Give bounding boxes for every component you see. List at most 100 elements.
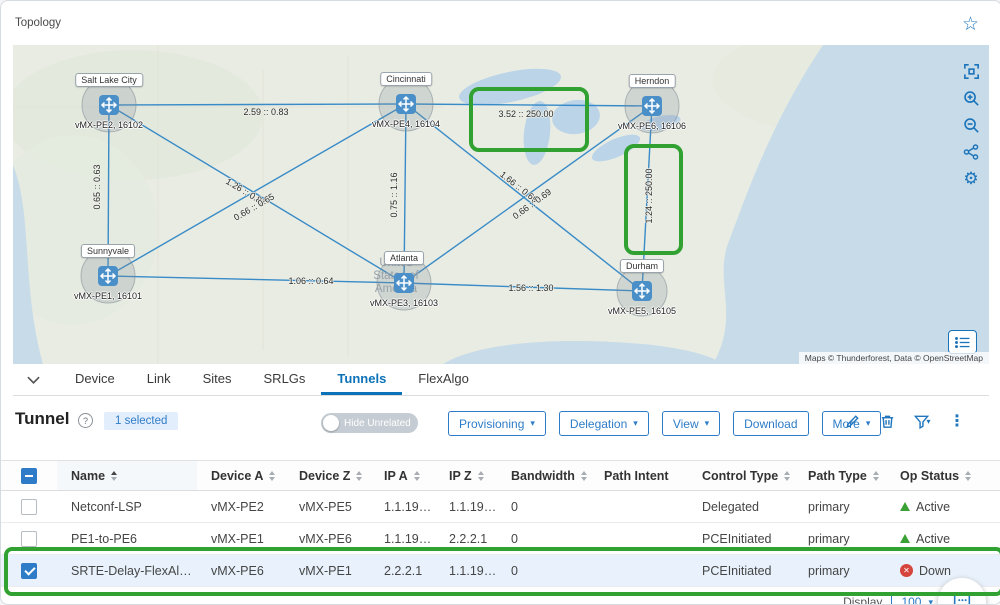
cell-ip-z: 2.2.2.1	[435, 532, 497, 546]
topology-map[interactable]: United States of America	[13, 45, 989, 364]
column-header-bandwidth[interactable]: Bandwidth	[497, 469, 590, 483]
cell-device-a: vMX-PE6	[197, 564, 285, 578]
delete-trash-icon[interactable]	[877, 411, 897, 431]
status-icon	[900, 502, 910, 511]
legend-toggle-button[interactable]	[948, 330, 977, 354]
cell-device-a: vMX-PE1	[197, 532, 285, 546]
link-label[interactable]: 1.56 :: 1.30	[508, 283, 553, 293]
cell-device-z: vMX-PE6	[285, 532, 370, 546]
router-icon	[97, 265, 119, 287]
node-label: vMX-PE5, 16105	[608, 306, 676, 316]
fit-screen-icon[interactable]	[961, 61, 981, 81]
topology-links	[13, 45, 989, 364]
node-label: vMX-PE1, 16101	[74, 291, 142, 301]
caret-down-icon: ▾	[928, 597, 933, 605]
cell-name: Netconf-LSP	[57, 500, 197, 514]
column-header-path-type[interactable]: Path Type	[794, 469, 886, 483]
zoom-out-icon[interactable]	[961, 115, 981, 135]
cell-bandwidth: 0	[497, 564, 590, 578]
row-checkbox[interactable]	[21, 531, 37, 547]
list-icon	[954, 336, 972, 349]
status-text: Down	[919, 564, 951, 578]
cell-bandwidth: 0	[497, 500, 590, 514]
link-label[interactable]: 3.52 :: 250.00	[498, 109, 553, 119]
topology-page: Topology ☆ United States of America	[0, 0, 1000, 605]
favorite-star-icon[interactable]: ☆	[962, 13, 979, 36]
router-icon	[395, 93, 417, 115]
caret-down-icon: ▾	[530, 418, 535, 429]
help-icon[interactable]: ?	[78, 413, 93, 428]
tab-flexalgo[interactable]: FlexAlgo	[402, 364, 485, 395]
column-header-op-status[interactable]: Op Status	[886, 469, 1000, 483]
caret-down-icon: ▾	[633, 418, 638, 429]
tab-link[interactable]: Link	[131, 364, 187, 395]
link-label[interactable]: 0.75 :: 1.16	[389, 172, 399, 217]
provisioning-button[interactable]: Provisioning▾	[448, 411, 546, 436]
tab-sites[interactable]: Sites	[187, 364, 248, 395]
delegation-button[interactable]: Delegation▾	[559, 411, 649, 436]
city-label: Durham	[620, 259, 664, 273]
column-header-ip-a[interactable]: IP A	[370, 469, 435, 483]
table-row[interactable]: Netconf-LSP vMX-PE2 vMX-PE5 1.1.192.2 1.…	[1, 491, 1000, 523]
cell-ip-a: 1.1.192.0	[370, 532, 435, 546]
tab-device[interactable]: Device	[59, 364, 131, 395]
page-size-select[interactable]: 100▾	[891, 592, 943, 605]
sort-icon	[111, 471, 117, 481]
column-header-name[interactable]: Name	[57, 461, 197, 490]
city-label: Sunnyvale	[81, 244, 135, 258]
sort-icon	[414, 471, 420, 481]
node-label: vMX-PE6, 16106	[618, 121, 686, 131]
cell-bandwidth: 0	[497, 532, 590, 546]
row-checkbox[interactable]	[21, 563, 37, 579]
column-header-device-a[interactable]: Device A	[197, 469, 285, 483]
select-all-checkbox[interactable]	[21, 468, 37, 484]
column-header-ip-z[interactable]: IP Z	[435, 469, 497, 483]
table-row[interactable]: SRTE-Delay-FlexAlgo-128 vMX-PE6 vMX-PE1 …	[1, 555, 1000, 587]
view-button[interactable]: View▾	[662, 411, 720, 436]
edit-pencil-icon[interactable]	[842, 411, 862, 431]
router-icon	[393, 272, 415, 294]
link-label[interactable]: 2.59 :: 0.83	[243, 107, 288, 117]
cell-ip-a: 1.1.192.2	[370, 500, 435, 514]
sort-icon	[965, 471, 971, 481]
gear-icon[interactable]: ⚙	[961, 169, 981, 189]
download-button[interactable]: Download	[733, 411, 808, 436]
sort-icon	[873, 471, 879, 481]
tab-bar: Device Link Sites SRLGs Tunnels FlexAlgo	[13, 364, 989, 396]
cell-device-z: vMX-PE1	[285, 564, 370, 578]
link-label[interactable]: 0.65 :: 0.63	[92, 164, 102, 209]
node-label: vMX-PE4, 16104	[372, 119, 440, 129]
cell-path-type: primary	[794, 500, 886, 514]
share-icon[interactable]	[961, 142, 981, 162]
cell-device-z: vMX-PE5	[285, 500, 370, 514]
router-icon	[98, 94, 120, 116]
kebab-menu-icon[interactable]: ⋮	[947, 411, 967, 431]
link-label[interactable]: 1.06 :: 0.64	[288, 276, 333, 286]
row-checkbox[interactable]	[21, 499, 37, 515]
tab-srlgs[interactable]: SRLGs	[248, 364, 322, 395]
toggle-label: Hide Unrelated	[344, 418, 411, 429]
cell-path-type: primary	[794, 532, 886, 546]
city-label: Herndon	[629, 74, 676, 88]
column-header-device-z[interactable]: Device Z	[285, 469, 370, 483]
cell-name: SRTE-Delay-FlexAlgo-128	[57, 564, 197, 578]
caret-down-icon: ▾	[705, 418, 710, 429]
tab-tunnels[interactable]: Tunnels	[321, 364, 402, 395]
link-label[interactable]: 1.24 :: 250.00	[644, 168, 654, 223]
cell-control-type: Delegated	[688, 500, 794, 514]
node-label: vMX-PE3, 16103	[370, 298, 438, 308]
map-attribution: Maps © Thunderforest, Data © OpenStreetM…	[799, 352, 989, 364]
city-label: Salt Lake City	[75, 73, 143, 87]
zoom-in-icon[interactable]	[961, 88, 981, 108]
column-header-path-intent[interactable]: Path Intent	[590, 469, 688, 483]
table-footer: Display 100▾	[843, 592, 943, 605]
display-label: Display	[843, 595, 882, 605]
column-header-control-type[interactable]: Control Type	[688, 469, 794, 483]
cell-device-a: vMX-PE2	[197, 500, 285, 514]
status-icon	[900, 564, 913, 577]
collapse-chevron-icon[interactable]	[27, 364, 47, 395]
table-row[interactable]: PE1-to-PE6 vMX-PE1 vMX-PE6 1.1.192.0 2.2…	[1, 523, 1000, 555]
filter-funnel-icon[interactable]: ▾	[912, 411, 932, 431]
hide-unrelated-toggle[interactable]: Hide Unrelated	[321, 413, 418, 433]
cell-control-type: PCEInitiated	[688, 532, 794, 546]
